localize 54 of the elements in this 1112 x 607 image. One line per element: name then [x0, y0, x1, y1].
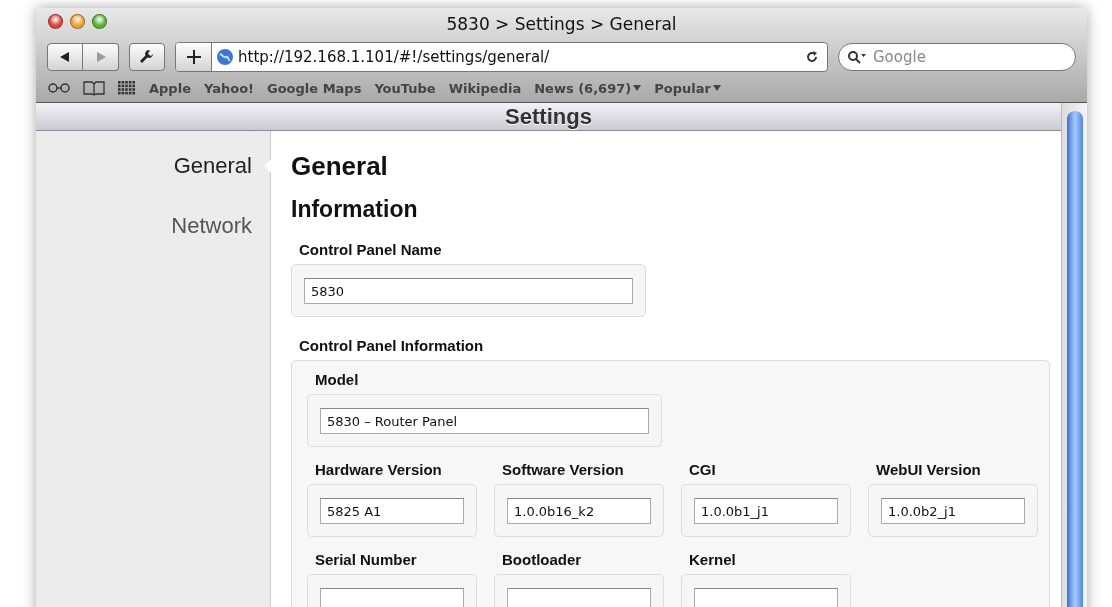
bookmark-link[interactable]: Yahoo! — [203, 80, 254, 96]
glasses-icon[interactable] — [48, 82, 70, 94]
text-field[interactable]: 1.0.0b1_j1 — [694, 498, 838, 524]
text-field[interactable]: 5830 – Router Panel — [320, 408, 649, 434]
field-label: Kernel — [689, 551, 737, 568]
section-heading: General — [291, 151, 389, 182]
grid-icon[interactable] — [118, 81, 136, 95]
subsection-heading: Information — [291, 196, 419, 223]
bookmark-link[interactable]: Google Maps — [267, 80, 362, 96]
bookmark-link[interactable]: Wikipedia — [448, 80, 522, 96]
text-field[interactable] — [694, 588, 838, 607]
bookmark-link[interactable]: News (6,697) — [534, 80, 642, 96]
plus-icon — [186, 50, 201, 64]
text-field[interactable] — [320, 588, 464, 607]
bookmark-link[interactable]: YouTube — [374, 80, 436, 96]
add-bookmark-button[interactable] — [176, 43, 212, 71]
text-field[interactable]: 5830 — [304, 278, 633, 304]
search-bar[interactable]: Google — [838, 43, 1076, 71]
text-field[interactable]: 1.0.0b2_j1 — [881, 498, 1025, 524]
right-triangle-icon — [95, 52, 106, 62]
minimize-icon[interactable] — [70, 14, 85, 29]
field-label: Software Version — [502, 461, 625, 478]
close-icon[interactable] — [48, 14, 63, 29]
group-title: Control Panel Information — [299, 337, 485, 354]
left-triangle-icon — [60, 52, 70, 62]
text-field[interactable] — [507, 588, 651, 607]
address-bar[interactable]: http://192.168.1.101/#!/settings/general/ — [175, 42, 828, 72]
wrench-icon — [139, 49, 155, 65]
forward-button[interactable] — [83, 43, 119, 71]
field-label: Model — [315, 371, 360, 388]
window-title: 5830 > Settings > General — [446, 14, 677, 34]
field-label: Hardware Version — [315, 461, 443, 478]
wrench-button[interactable] — [129, 43, 165, 71]
bookmark-link[interactable]: Popular — [654, 80, 721, 96]
field-label: Bootloader — [502, 551, 583, 568]
caret-icon — [712, 85, 721, 91]
page-title: Settings — [505, 103, 592, 130]
url-text: http://192.168.1.101/#!/settings/general/ — [238, 48, 551, 66]
field-label: Serial Number — [315, 551, 418, 568]
text-field[interactable]: 1.0.0b16_k2 — [507, 498, 651, 524]
text-field[interactable]: 5825 A1 — [320, 498, 464, 524]
reload-icon[interactable] — [805, 50, 819, 64]
search-icon — [847, 50, 867, 64]
scrollbar[interactable] — [1061, 103, 1087, 607]
field-label: CGI — [689, 461, 717, 478]
field-label: WebUI Version — [876, 461, 982, 478]
bookmark-link[interactable]: Apple — [149, 80, 191, 96]
sidebar-item[interactable]: Network — [171, 213, 270, 239]
zoom-icon[interactable] — [92, 14, 107, 29]
back-button[interactable] — [47, 43, 83, 71]
caret-icon — [633, 85, 642, 91]
field-label: Control Panel Name — [299, 241, 443, 258]
globe-icon — [216, 48, 234, 66]
book-icon[interactable] — [83, 80, 105, 96]
